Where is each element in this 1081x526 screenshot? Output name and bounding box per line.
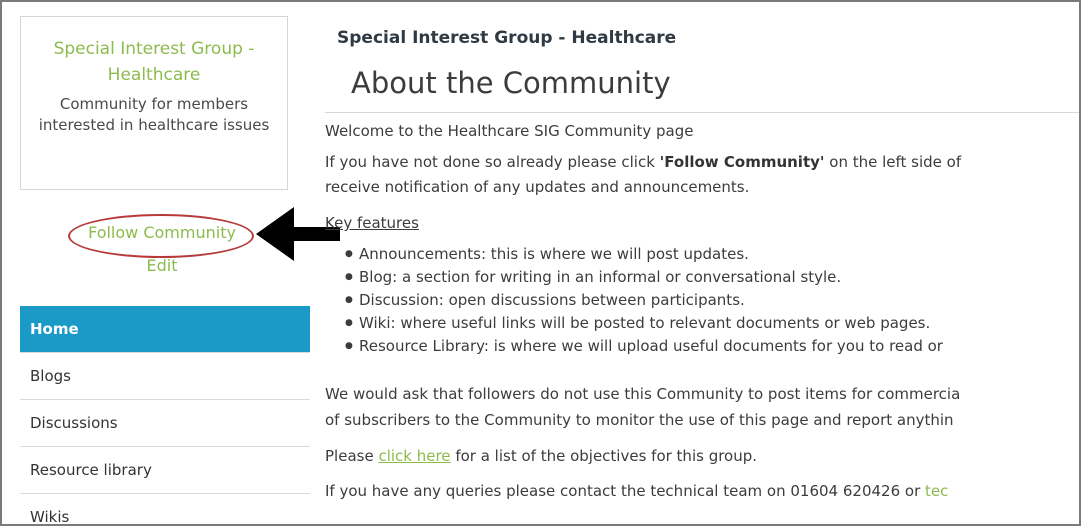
follow-instruction: If you have not done so already please c…: [325, 153, 961, 171]
features-list: Announcements: this is where we will pos…: [337, 243, 943, 358]
list-item: Blog: a section for writing in an inform…: [345, 266, 943, 289]
list-item: Resource Library: is where we will uploa…: [345, 335, 943, 358]
sidebar-item-resource-library[interactable]: Resource library: [20, 447, 310, 494]
sidebar-item-wikis[interactable]: Wikis: [20, 494, 310, 524]
list-item: Wiki: where useful links will be posted …: [345, 312, 943, 335]
objectives-pre: Please: [325, 447, 379, 465]
page-title: About the Community: [351, 66, 671, 100]
group-heading: Special Interest Group - Healthcare: [337, 28, 677, 48]
follow-instruction-post: on the left side of: [824, 153, 962, 171]
contact-pre: If you have any queries please contact t…: [325, 482, 925, 500]
contact-text: If you have any queries please contact t…: [325, 482, 948, 500]
sidebar-item-blogs[interactable]: Blogs: [20, 353, 310, 400]
commercial-notice-line1: We would ask that followers do not use t…: [325, 385, 961, 403]
follow-instruction-pre: If you have not done so already please c…: [325, 153, 660, 171]
objectives-text: Please click here for a list of the obje…: [325, 447, 757, 465]
community-info-box: Special Interest Group - Healthcare Comm…: [20, 16, 288, 190]
community-title: Special Interest Group - Healthcare: [53, 39, 255, 85]
page-frame: Special Interest Group - Healthcare Comm…: [0, 0, 1081, 526]
sidebar-item-home[interactable]: Home: [20, 306, 310, 353]
commercial-notice-line2: of subscribers to the Community to monit…: [325, 411, 954, 429]
key-features-heading: Key features: [325, 214, 419, 232]
click-here-link[interactable]: click here: [378, 447, 450, 465]
follow-instruction-bold: 'Follow Community': [659, 153, 825, 171]
list-item: Announcements: this is where we will pos…: [345, 243, 943, 266]
sidebar-item-discussions[interactable]: Discussions: [20, 400, 310, 447]
welcome-text: Welcome to the Healthcare SIG Community …: [325, 122, 694, 140]
community-description: Community for members interested in heal…: [38, 95, 270, 134]
edit-link[interactable]: Edit: [137, 256, 187, 275]
objectives-post: for a list of the objectives for this gr…: [450, 447, 758, 465]
divider: [325, 112, 1079, 113]
technical-contact-link[interactable]: tec: [925, 482, 948, 500]
list-item: Discussion: open discussions between par…: [345, 289, 943, 312]
sidebar-nav: Home Blogs Discussions Resource library …: [20, 306, 310, 524]
highlight-ellipse: [68, 214, 254, 258]
follow-instruction-line2: receive notification of any updates and …: [325, 178, 750, 196]
